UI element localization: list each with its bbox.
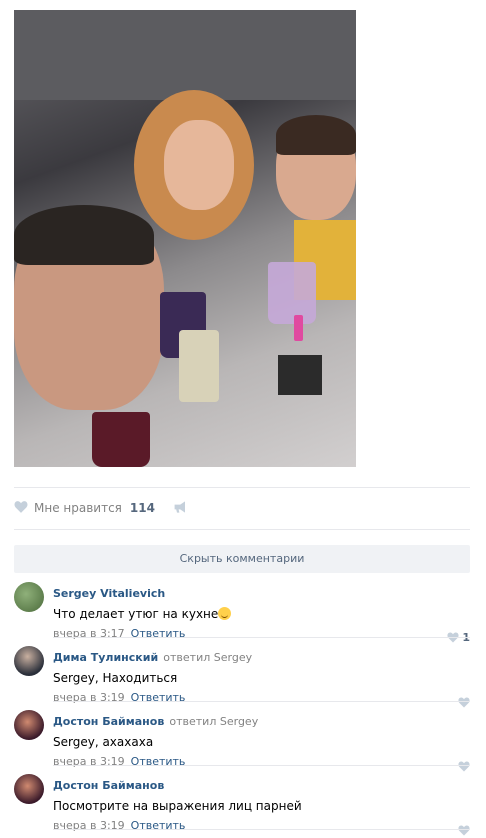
comment-divider [53,829,470,830]
avatar[interactable] [14,774,44,804]
comment-author[interactable]: Достон Байманов [53,715,164,728]
comment-divider [53,701,470,702]
comment-text: Что делает утюг на кухне [53,607,219,621]
avatar[interactable] [14,582,44,612]
comment-divider [53,637,470,638]
comment-time[interactable]: вчера в 3:17 [53,627,125,640]
comment-time[interactable]: вчера в 3:19 [53,691,125,704]
heart-icon [458,761,470,772]
reply-link[interactable]: Ответить [131,819,186,832]
divider-top [14,487,470,488]
reply-link[interactable]: Ответить [131,755,186,768]
comment-author[interactable]: Дима Тулинский [53,651,158,664]
comment-like[interactable] [458,697,470,708]
reply-to-label[interactable]: ответил Sergey [163,651,252,664]
share-icon[interactable] [173,499,189,518]
reply-to-label[interactable]: ответил Sergey [169,715,258,728]
comment-author[interactable]: Достон Байманов [53,779,164,792]
like-button[interactable]: Мне нравится [34,501,122,515]
comment-text: Sergey, ахахаха [53,735,154,749]
likes-bar: Мне нравится 114 [14,499,189,517]
comment-divider [53,765,470,766]
heart-icon[interactable] [14,499,34,518]
comment-time[interactable]: вчера в 3:19 [53,755,125,768]
reply-link[interactable]: Ответить [131,627,186,640]
comment-time[interactable]: вчера в 3:19 [53,819,125,832]
hide-comments-button[interactable]: Скрыть комментарии [14,545,470,573]
avatar[interactable] [14,646,44,676]
avatar[interactable] [14,710,44,740]
comment-text: Посмотрите на выражения лиц парней [53,799,302,813]
comment-author[interactable]: Sergey Vitalievich [53,587,165,600]
comment-text: Sergey, Находиться [53,671,178,685]
post-photo[interactable] [14,10,356,467]
likes-count[interactable]: 114 [130,501,155,515]
comment-like[interactable] [458,761,470,772]
reply-link[interactable]: Ответить [131,691,186,704]
divider-bottom [14,529,470,530]
heart-icon [458,697,470,708]
smile-emoji-icon [218,607,232,620]
